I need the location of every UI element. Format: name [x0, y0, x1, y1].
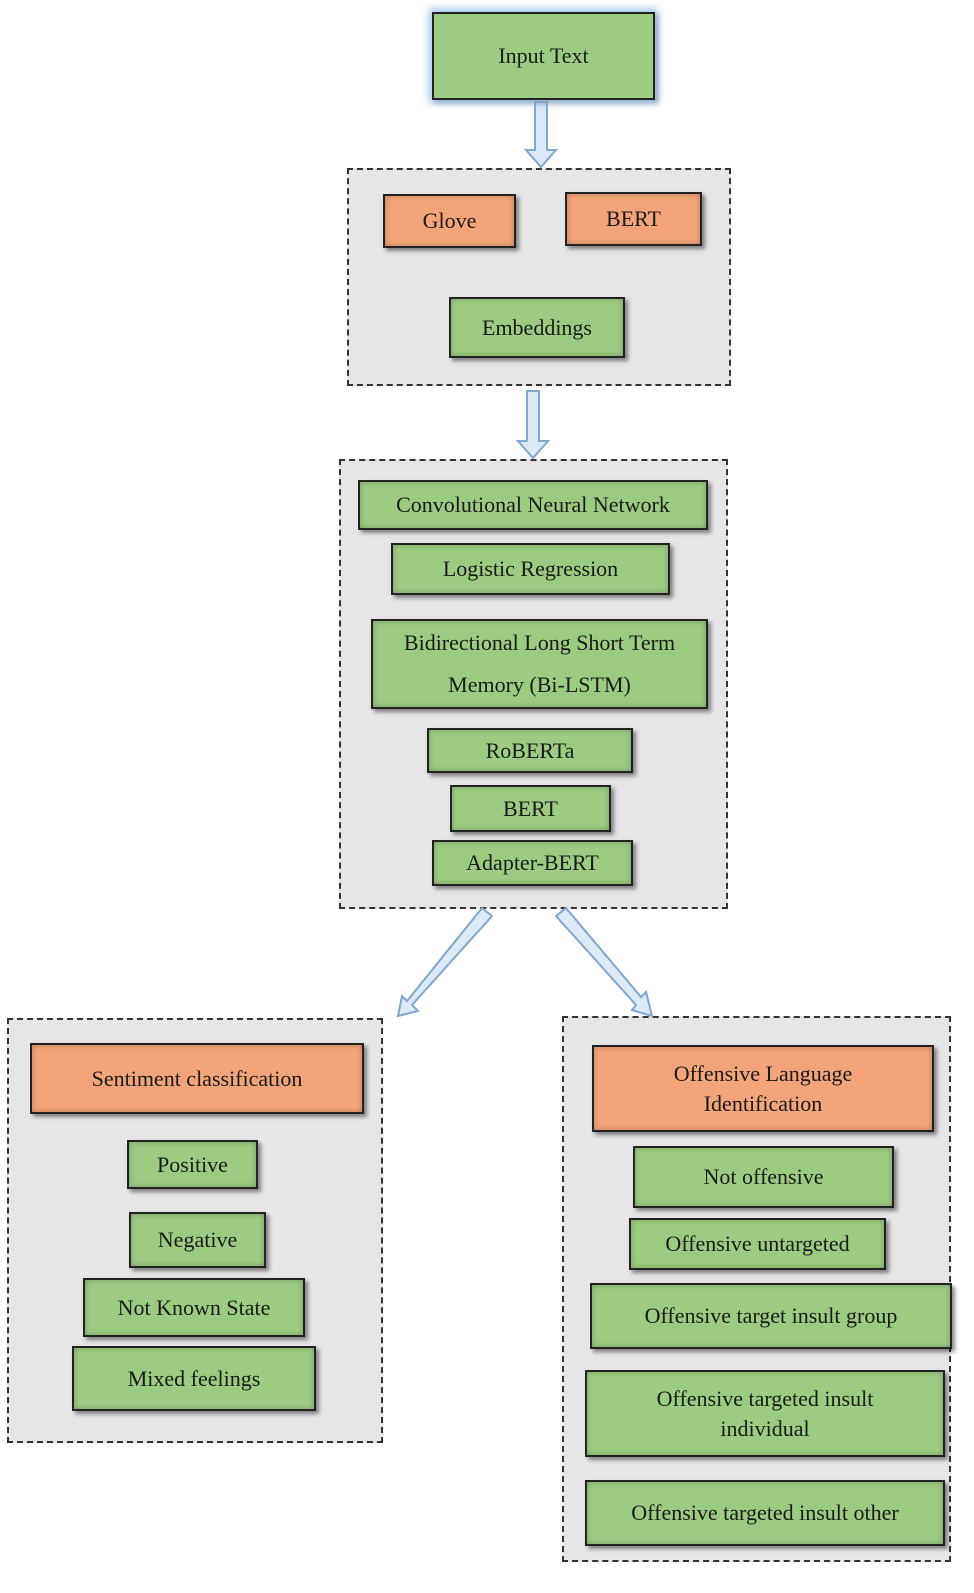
offensive-not-offensive: Not offensive	[633, 1146, 894, 1208]
model-logistic-regression: Logistic Regression	[391, 543, 670, 595]
offensive-target-group: Offensive target insult group	[590, 1283, 952, 1349]
offensive-title-box: Offensive Language Identification	[592, 1045, 934, 1132]
model-bilstm: Bidirectional Long Short Term Memory (Bi…	[371, 619, 708, 709]
offensive-target-other: Offensive targeted insult other	[585, 1480, 945, 1546]
arrow-models-to-offensive	[554, 906, 654, 1018]
bert-embedding-box: BERT	[565, 192, 702, 246]
sentiment-title-box: Sentiment classification	[30, 1043, 364, 1114]
diagram-canvas: Input Text Glove BERT Embeddings Convolu…	[0, 0, 974, 1593]
offensive-untargeted: Offensive untargeted	[629, 1218, 886, 1270]
arrow-embeddings-to-models	[515, 390, 551, 460]
sentiment-not-known: Not Known State	[83, 1278, 305, 1337]
model-bert: BERT	[450, 785, 611, 832]
arrow-input-to-embeddings	[523, 101, 559, 169]
arrow-models-to-sentiment	[396, 906, 494, 1018]
model-roberta: RoBERTa	[427, 728, 633, 773]
sentiment-mixed: Mixed feelings	[72, 1346, 316, 1411]
model-adapter-bert: Adapter-BERT	[432, 840, 633, 886]
sentiment-negative: Negative	[129, 1212, 266, 1268]
input-text-box: Input Text	[432, 12, 655, 100]
glove-box: Glove	[383, 194, 516, 248]
sentiment-positive: Positive	[127, 1140, 258, 1189]
offensive-target-individual: Offensive targeted insult individual	[585, 1370, 945, 1457]
embeddings-box: Embeddings	[449, 297, 625, 358]
model-cnn: Convolutional Neural Network	[358, 480, 708, 530]
